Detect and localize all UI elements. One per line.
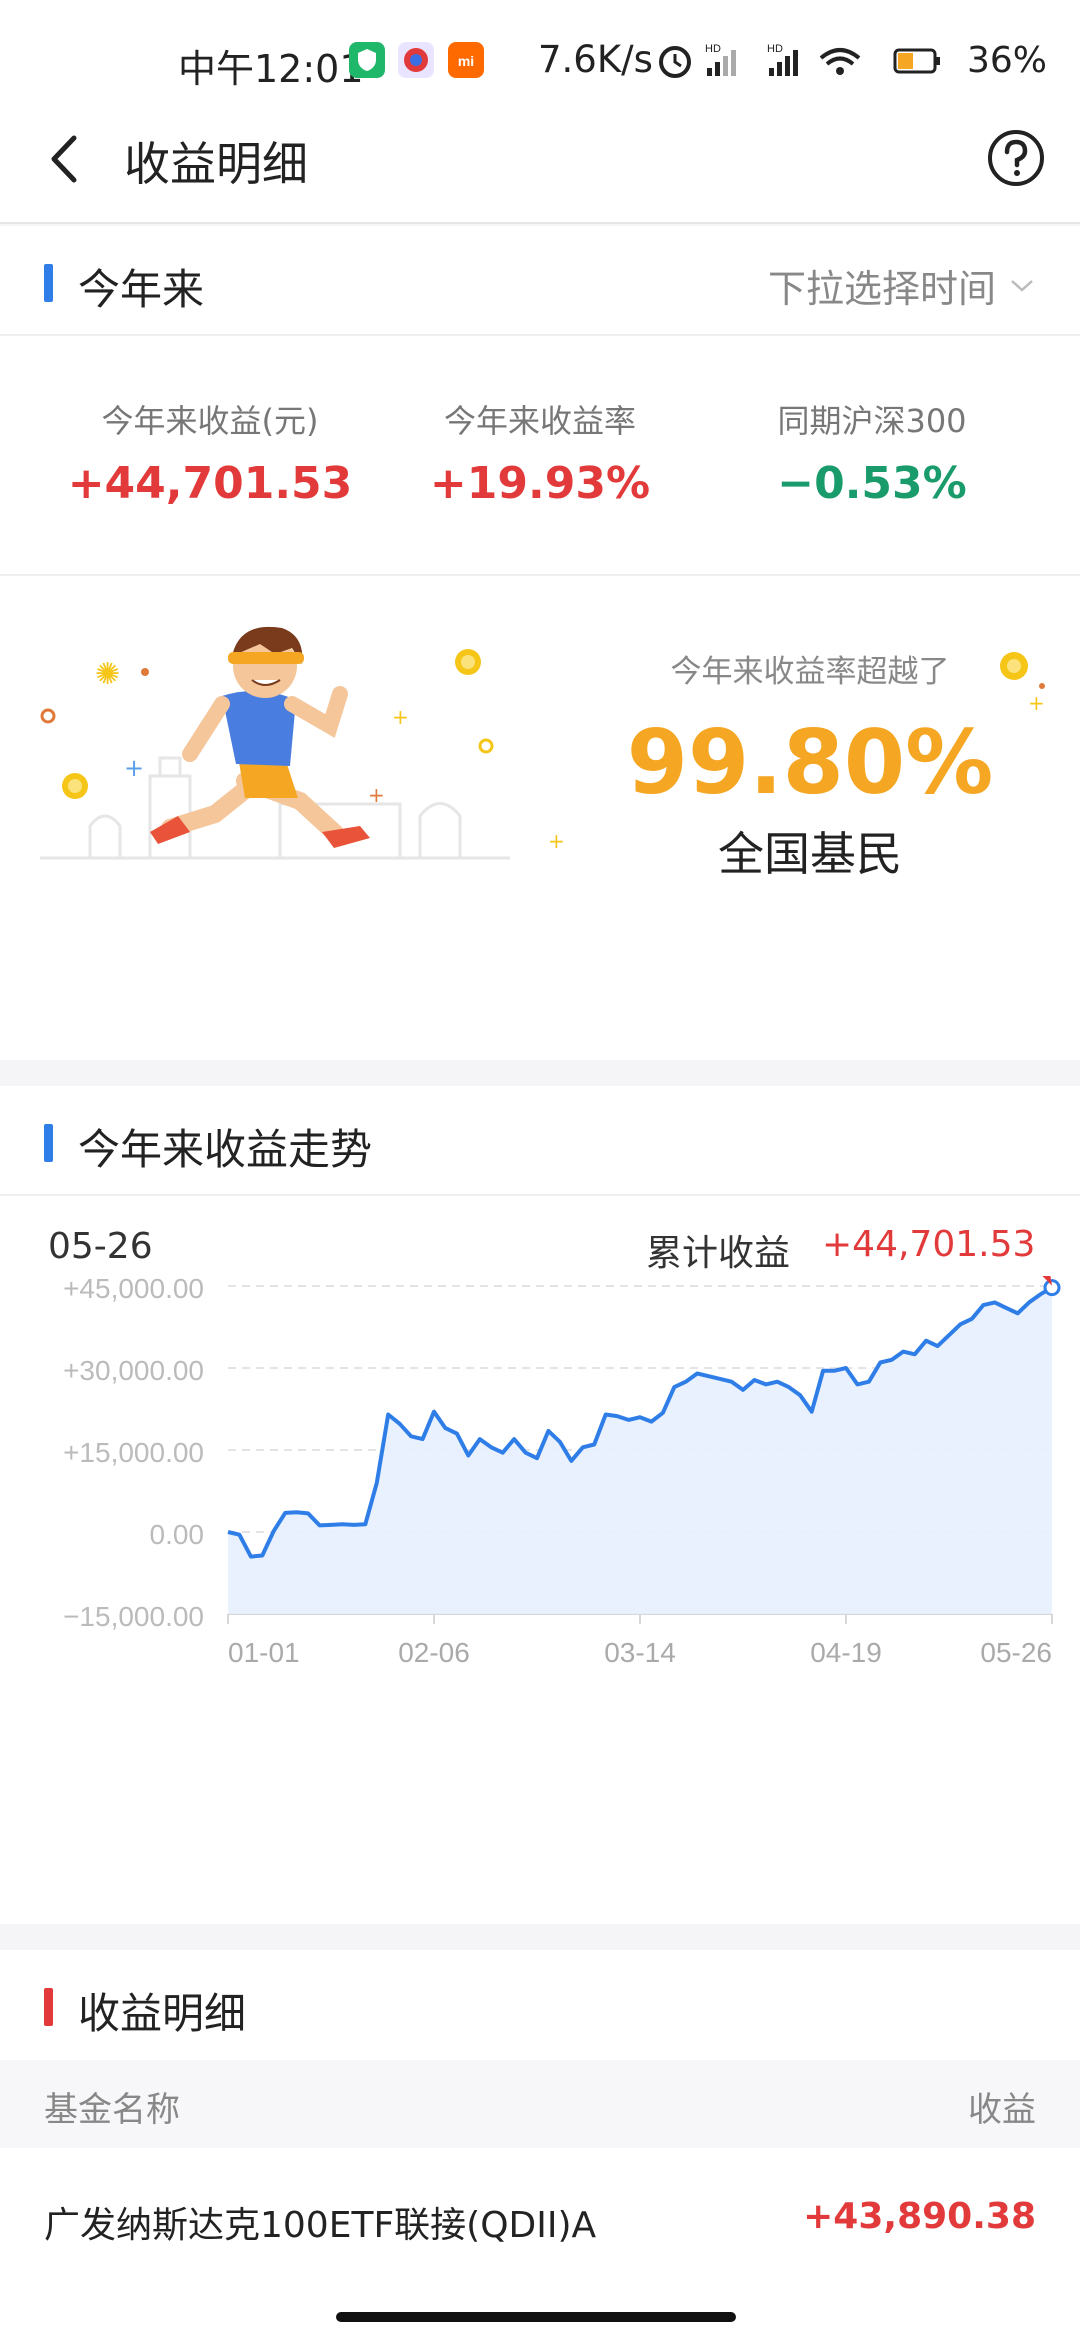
stat-ytd-earnings: 今年来收益(元) +44,701.53 bbox=[30, 396, 390, 509]
x-tick-label: 01-01 bbox=[228, 1637, 300, 1668]
stat-label: 同期沪深300 bbox=[777, 402, 967, 440]
stat-csi300: 同期沪深300 −0.53% bbox=[692, 396, 1052, 509]
signal-hd-icon: HD bbox=[705, 43, 736, 76]
status-bar: 中午12:01 mi 7.6K/s HD HD 36% bbox=[0, 0, 1080, 100]
question-icon bbox=[988, 130, 1044, 186]
detail-table-header: 基金名称 收益 bbox=[0, 2060, 1080, 2148]
ytd-title: 今年来 bbox=[78, 265, 205, 314]
rank-promo: ✺ + + + + 今年来收益率超越了 99.80% 全国基民 + bbox=[0, 576, 1080, 906]
y-tick-label: +45,000.00 bbox=[63, 1276, 204, 1304]
trend-title: 今年来收益走势 bbox=[78, 1125, 373, 1174]
rank-subtitle: 全国基民 bbox=[718, 827, 902, 881]
chevron-down-icon bbox=[1011, 279, 1033, 292]
trend-header: 今年来收益走势 bbox=[0, 1086, 1080, 1196]
svg-text:+: + bbox=[1028, 691, 1045, 715]
rank-percent: 99.80% bbox=[626, 711, 994, 814]
y-tick-label: +30,000.00 bbox=[63, 1355, 204, 1386]
game-app-icon bbox=[398, 42, 434, 78]
cumulative-value: +44,701.53 bbox=[822, 1224, 1036, 1265]
battery-percent: 36% bbox=[967, 40, 1048, 81]
fund-name: 广发纳斯达克100ETF联接(QDII)A bbox=[44, 2205, 597, 2246]
back-button[interactable] bbox=[40, 124, 90, 194]
time-dropdown-label: 下拉选择时间 bbox=[767, 267, 996, 311]
network-speed: 7.6K/s bbox=[538, 38, 653, 81]
status-icons: HD HD bbox=[659, 43, 940, 78]
help-button[interactable] bbox=[986, 128, 1046, 188]
alarm-icon bbox=[659, 46, 691, 78]
cumulative-label: 累计收益 bbox=[646, 1233, 791, 1274]
back-arrow-icon bbox=[51, 135, 77, 183]
y-tick-label: −15,000.00 bbox=[63, 1601, 204, 1632]
series-area bbox=[228, 1287, 1052, 1614]
status-time: 中午12:01 bbox=[178, 47, 364, 91]
battery-icon bbox=[893, 48, 940, 74]
y-tick-label: 0.00 bbox=[150, 1519, 205, 1550]
section-marker bbox=[44, 1988, 53, 2026]
x-tick-label: 02-06 bbox=[398, 1637, 470, 1668]
app-header: 收益明细 bbox=[0, 100, 1080, 224]
rank-text: 今年来收益率超越了 99.80% 全国基民 bbox=[600, 576, 1020, 884]
trend-section: 今年来收益走势 05-26 累计收益 +44,701.53 +45,000.00… bbox=[0, 1086, 1080, 1924]
detail-title: 收益明细 bbox=[78, 1989, 247, 2038]
chart-date: 05-26 bbox=[48, 1226, 153, 1267]
rank-label: 今年来收益率超越了 bbox=[670, 654, 950, 690]
column-earnings: 收益 bbox=[968, 2090, 1036, 2130]
svg-text:HD: HD bbox=[767, 43, 783, 55]
stat-value: +44,701.53 bbox=[67, 458, 353, 509]
earnings-chart[interactable]: +45,000.00 +30,000.00 +15,000.00 0.00 −15,00… bbox=[0, 1276, 1080, 1916]
svg-text:✺: ✺ bbox=[95, 657, 120, 692]
stat-label: 今年来收益率 bbox=[443, 402, 636, 440]
signal-hd-icon-2: HD bbox=[767, 43, 798, 76]
svg-text:mi: mi bbox=[458, 53, 474, 69]
stat-ytd-rate: 今年来收益率 +19.93% bbox=[360, 396, 720, 509]
table-row[interactable]: 广发纳斯达克100ETF联接(QDII)A +43,890.38 bbox=[0, 2148, 1080, 2288]
ytd-header: 今年来 下拉选择时间 bbox=[0, 226, 1080, 336]
ytd-section: 今年来 下拉选择时间 今年来收益(元) +44,701.53 今年来收益率 +1… bbox=[0, 226, 1080, 1060]
data-point bbox=[1043, 1279, 1061, 1297]
y-tick-label: +15,000.00 bbox=[63, 1437, 204, 1468]
stat-value: +19.93% bbox=[429, 458, 651, 509]
home-indicator[interactable] bbox=[336, 2312, 736, 2322]
x-tick-label: 04-19 bbox=[810, 1637, 882, 1668]
shield-app-icon bbox=[349, 42, 385, 78]
mi-app-icon: mi bbox=[448, 42, 484, 78]
svg-text:HD: HD bbox=[705, 43, 721, 55]
svg-text:+: + bbox=[124, 754, 144, 782]
section-marker bbox=[44, 264, 53, 302]
stat-value: −0.53% bbox=[777, 458, 967, 509]
stat-label: 今年来收益(元) bbox=[101, 402, 319, 440]
wifi-icon bbox=[819, 48, 861, 75]
ytd-stats: 今年来收益(元) +44,701.53 今年来收益率 +19.93% 同期沪深3… bbox=[0, 336, 1080, 576]
svg-text:+: + bbox=[368, 783, 385, 807]
runner-illustration: ✺ + + + + bbox=[40, 626, 565, 860]
fund-earnings: +43,890.38 bbox=[803, 2196, 1036, 2237]
column-fund-name: 基金名称 bbox=[44, 2090, 180, 2130]
x-tick-label: 03-14 bbox=[604, 1637, 676, 1668]
detail-section: 收益明细 基金名称 收益 广发纳斯达克100ETF联接(QDII)A +43,8… bbox=[0, 1950, 1080, 2340]
coin-decoration-icon: + bbox=[1000, 652, 1045, 715]
x-tick-label: 05-26 bbox=[980, 1637, 1052, 1668]
detail-header: 收益明细 bbox=[0, 1950, 1080, 2060]
page-title: 收益明细 bbox=[124, 137, 308, 191]
svg-text:+: + bbox=[548, 829, 565, 853]
time-dropdown[interactable]: 下拉选择时间 bbox=[768, 258, 1034, 313]
svg-text:+: + bbox=[392, 705, 409, 729]
section-marker bbox=[44, 1124, 53, 1162]
